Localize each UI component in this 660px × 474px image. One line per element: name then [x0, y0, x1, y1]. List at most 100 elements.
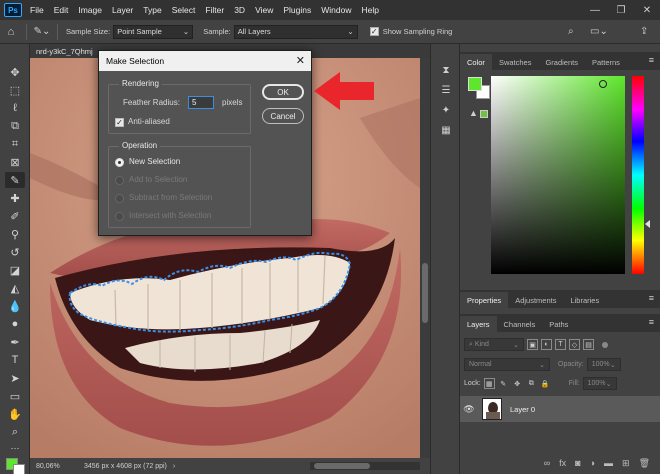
tab-patterns[interactable]: Patterns [585, 54, 627, 70]
minimize-icon[interactable]: — [582, 0, 608, 20]
smart-object-filter-icon[interactable]: ▤ [583, 339, 594, 350]
lock-pixels-icon[interactable]: ✎ [498, 378, 509, 389]
blur-tool-icon[interactable]: 💧 [5, 298, 25, 314]
zoom-level[interactable]: 80,06% [36, 463, 76, 470]
lasso-tool-icon[interactable]: ℓ [5, 100, 25, 116]
sample-select[interactable]: All Layers ⌄ [233, 24, 358, 39]
opacity-input[interactable]: 100% ⌄ [586, 358, 621, 371]
brush-tool-icon[interactable]: ✐ [5, 208, 25, 224]
horizontal-scrollbar[interactable] [310, 462, 420, 470]
feather-radius-input[interactable]: 5 [188, 96, 214, 109]
delete-layer-icon[interactable]: 🗑 [639, 458, 650, 469]
menu-layer[interactable]: Layer [107, 5, 138, 15]
gamut-warning-icon[interactable]: ▲ [469, 108, 479, 118]
menu-view[interactable]: View [250, 5, 278, 15]
new-selection-radio[interactable] [115, 158, 124, 167]
type-filter-icon[interactable]: T [555, 339, 566, 350]
hand-tool-icon[interactable]: ✋ [5, 406, 25, 422]
eraser-tool-icon[interactable]: ◪ [5, 262, 25, 278]
sample-size-select[interactable]: Point Sample ⌄ [113, 24, 194, 39]
menu-type[interactable]: Type [138, 5, 166, 15]
add-to-selection-radio[interactable] [115, 176, 124, 185]
tab-paths[interactable]: Paths [542, 316, 575, 332]
layer-row[interactable]: 👁 Layer 0 [460, 396, 660, 422]
swatches-icon[interactable]: ▦ [440, 124, 452, 136]
panel-menu-icon[interactable]: ≡ [649, 293, 654, 303]
pixel-filter-icon[interactable]: ▣ [527, 339, 538, 350]
vertical-scroll-thumb[interactable] [422, 263, 428, 323]
lock-transparent-icon[interactable]: ▦ [483, 378, 495, 389]
tab-gradients[interactable]: Gradients [538, 54, 585, 70]
color-field[interactable] [491, 76, 625, 274]
tab-libraries[interactable]: Libraries [563, 292, 606, 308]
chevron-right-icon[interactable]: › [173, 463, 175, 470]
rectangle-tool-icon[interactable]: ▭ [5, 388, 25, 404]
lock-all-icon[interactable]: 🔒 [540, 378, 551, 389]
new-layer-icon[interactable]: ⊞ [622, 458, 630, 469]
hue-slider-handle[interactable] [645, 220, 650, 228]
websafe-color-icon[interactable] [480, 110, 488, 118]
adjustment-filter-icon[interactable]: ◐ [541, 339, 552, 350]
foreground-color-chip[interactable] [468, 77, 482, 91]
menu-plugins[interactable]: Plugins [278, 5, 316, 15]
object-selection-tool-icon[interactable]: ⧉ [5, 118, 25, 134]
blend-mode-select[interactable]: Normal ⌄ [464, 358, 550, 371]
fill-input[interactable]: 100% ⌄ [582, 377, 617, 390]
lock-position-icon[interactable]: ✥ [512, 378, 523, 389]
share-icon[interactable]: ⇪ [640, 26, 648, 37]
healing-brush-tool-icon[interactable]: ✚ [5, 190, 25, 206]
maximize-icon[interactable]: ❐ [608, 0, 634, 20]
clone-stamp-tool-icon[interactable]: ⚲ [5, 226, 25, 242]
dodge-tool-icon[interactable]: ● [5, 316, 25, 332]
search-icon[interactable]: ⌕ [568, 26, 574, 37]
pen-tool-icon[interactable]: ✒ [5, 334, 25, 350]
eyedropper-tool-icon[interactable]: ✎ [5, 172, 25, 188]
lock-artboard-icon[interactable]: ⧉ [526, 378, 537, 389]
ok-button[interactable]: OK [262, 84, 304, 100]
dialog-title-bar[interactable]: Make Selection ✕ [99, 51, 311, 71]
menu-file[interactable]: File [25, 5, 49, 15]
layer-name[interactable]: Layer 0 [510, 405, 535, 414]
layer-mask-icon[interactable]: ◙ [575, 458, 580, 468]
menu-filter[interactable]: Filter [200, 5, 229, 15]
tab-channels[interactable]: Channels [497, 316, 543, 332]
cancel-button[interactable]: Cancel [262, 108, 304, 124]
tab-swatches[interactable]: Swatches [492, 54, 539, 70]
tab-adjustments[interactable]: Adjustments [508, 292, 563, 308]
type-tool-icon[interactable]: T [5, 352, 25, 368]
visibility-eye-icon[interactable]: 👁 [460, 404, 478, 415]
menu-image[interactable]: Image [73, 5, 107, 15]
close-window-icon[interactable]: ✕ [634, 0, 660, 20]
show-sampling-ring-checkbox[interactable]: ✓ [369, 27, 379, 36]
link-layers-icon[interactable]: ∞ [544, 458, 550, 468]
path-selection-tool-icon[interactable]: ➤ [5, 370, 25, 386]
crop-tool-icon[interactable]: ⌗ [5, 136, 25, 152]
more-tools-icon[interactable]: ⋯ [5, 440, 25, 456]
panel-menu-icon[interactable]: ≡ [649, 55, 654, 65]
shape-filter-icon[interactable]: ◇ [569, 339, 580, 350]
zoom-tool-icon[interactable]: ⌕ [5, 424, 25, 440]
workspace-icon[interactable]: ▭⌄ [590, 26, 608, 37]
tab-layers[interactable]: Layers [460, 316, 497, 332]
anti-aliased-checkbox[interactable]: ✓ [115, 118, 124, 127]
menu-3d[interactable]: 3D [229, 5, 250, 15]
adjustment-layer-icon[interactable]: ◑ [590, 458, 595, 468]
move-tool-icon[interactable]: ✥ [5, 64, 25, 80]
color-picker-ring[interactable] [599, 80, 607, 88]
home-icon[interactable]: ⌂ [0, 26, 22, 38]
layer-kind-filter[interactable]: ⌕ Kind ⌄ [464, 338, 524, 351]
menu-window[interactable]: Window [316, 5, 356, 15]
subtract-from-selection-radio[interactable] [115, 194, 124, 203]
menu-select[interactable]: Select [167, 5, 201, 15]
background-color-swatch[interactable] [13, 464, 25, 474]
group-layers-icon[interactable]: ▬ [604, 458, 613, 468]
panel-menu-icon[interactable]: ≡ [649, 317, 654, 327]
eyedropper-preset-icon[interactable]: ✎⌄ [31, 26, 53, 37]
horizontal-scroll-thumb[interactable] [314, 463, 370, 469]
menu-help[interactable]: Help [356, 5, 383, 15]
history-list-icon[interactable]: ☰ [440, 84, 452, 96]
tab-properties[interactable]: Properties [460, 292, 509, 308]
paint-bucket-tool-icon[interactable]: ◭ [5, 280, 25, 296]
menu-edit[interactable]: Edit [49, 5, 74, 15]
learn-icon[interactable]: ✦ [440, 104, 452, 116]
